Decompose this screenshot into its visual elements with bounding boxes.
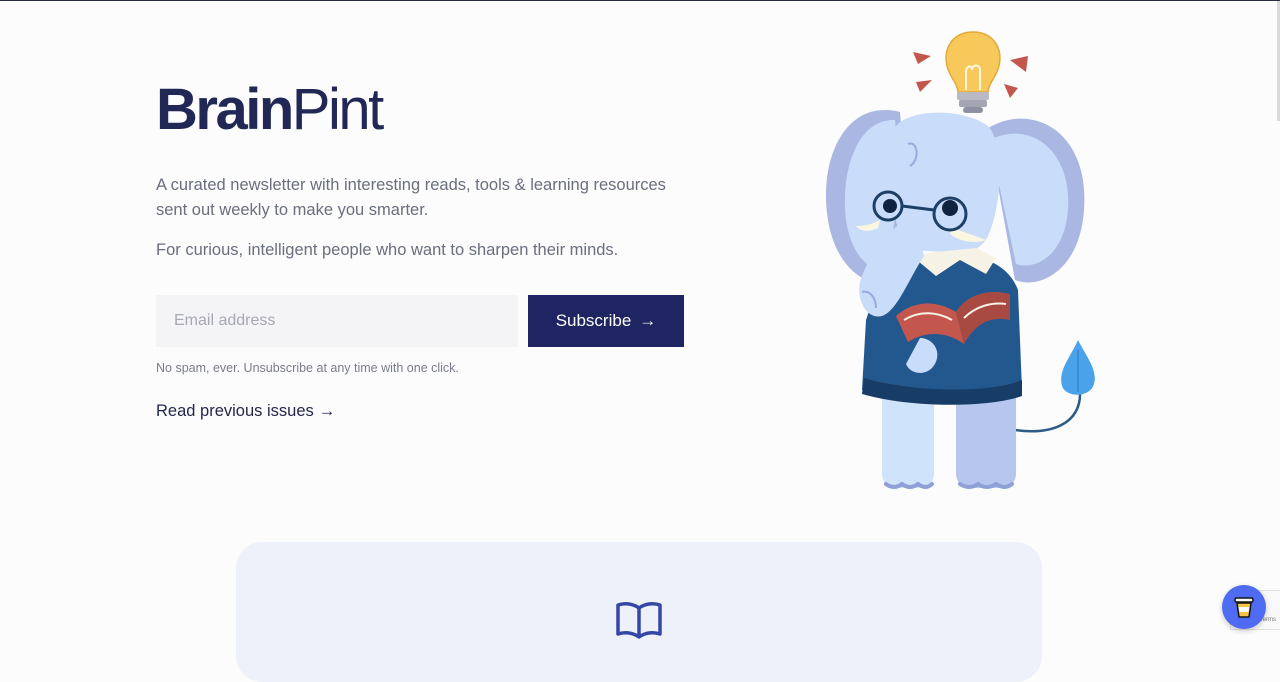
brand-logo-bold: Brain xyxy=(156,77,294,142)
elephant-illustration xyxy=(825,31,1095,489)
ray-right-bottom xyxy=(1004,84,1018,98)
brand-logo[interactable]: BrainPint xyxy=(156,80,716,140)
subscribe-form: Subscribe → xyxy=(156,295,684,347)
open-book-icon xyxy=(616,602,662,639)
email-input[interactable] xyxy=(156,295,518,347)
buy-me-a-coffee-button[interactable] xyxy=(1222,585,1266,629)
hero-tagline: For curious, intelligent people who want… xyxy=(156,241,619,259)
brand-logo-light: Pint xyxy=(291,77,384,142)
ray-left-top xyxy=(913,52,931,64)
feature-card xyxy=(236,542,1042,682)
coffee-cup-icon xyxy=(1234,597,1254,618)
previous-issues-label: Read previous issues xyxy=(156,402,314,420)
spam-note: No spam, ever. Unsubscribe at any time w… xyxy=(156,361,459,375)
hero-description: A curated newsletter with interesting re… xyxy=(156,176,666,219)
arrow-right-icon: → xyxy=(639,311,657,330)
top-border xyxy=(0,0,1280,1)
ray-left-bottom xyxy=(916,80,932,92)
subscribe-button[interactable]: Subscribe → xyxy=(528,295,684,347)
tail xyxy=(1014,389,1082,433)
long-arrow-right-icon: → xyxy=(318,402,336,420)
subscribe-button-label: Subscribe xyxy=(555,311,632,330)
hero-content: BrainPint A curated newsletter with inte… xyxy=(156,80,716,263)
lightbulb-icon xyxy=(945,31,1001,113)
read-previous-issues-link[interactable]: Read previous issues → xyxy=(156,402,335,421)
ray-right-top xyxy=(1010,56,1028,72)
